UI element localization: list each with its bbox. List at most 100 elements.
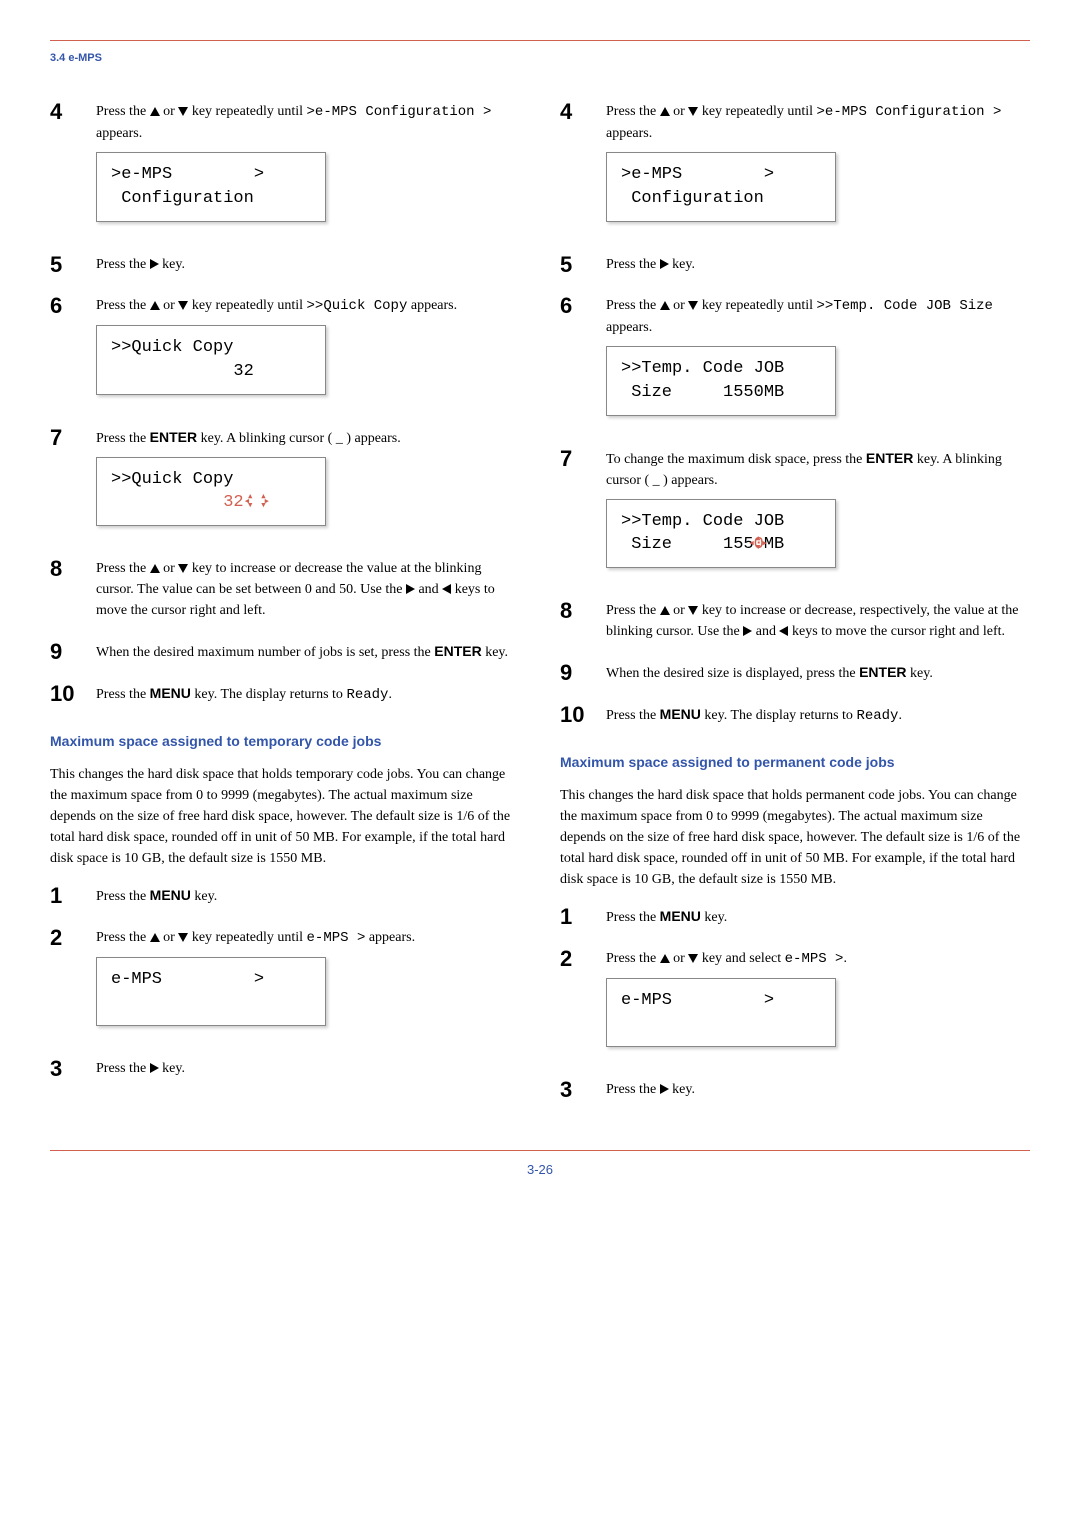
step-number: 2 (50, 927, 78, 949)
right-triangle-icon (660, 259, 669, 269)
step-7: 7 Press the ENTER key. A blinking cursor… (50, 427, 520, 543)
step-number: 7 (50, 427, 78, 449)
down-triangle-icon (178, 107, 188, 116)
step-number: 4 (50, 101, 78, 123)
down-triangle-icon (178, 564, 188, 573)
step-text: Press the or key to increase or decrease… (96, 558, 520, 621)
step-5: 5 Press the key. (560, 254, 1030, 279)
step-2: 2 Press the or key repeatedly until e-MP… (50, 927, 520, 1043)
lcd-display: >e-MPS > Configuration (96, 152, 326, 222)
lcd-display: >e-MPS > Configuration (606, 152, 836, 222)
header-rule (50, 40, 1030, 41)
step-number: 4 (560, 101, 588, 123)
step-8: 8 Press the or key to increase or decrea… (560, 600, 1030, 646)
step-2: 2 Press the or key and select e-MPS >. e… (560, 948, 1030, 1064)
right-triangle-icon (406, 584, 415, 594)
down-triangle-icon (688, 107, 698, 116)
step-text: When the desired maximum number of jobs … (96, 641, 520, 663)
step-6: 6 Press the or key repeatedly until >>Te… (560, 295, 1030, 432)
down-triangle-icon (178, 301, 188, 310)
paragraph: This changes the hard disk space that ho… (50, 764, 520, 869)
lcd-display: >>Quick Copy 32▴ ▴◂ ▸▾ ▾ (96, 457, 326, 527)
step-text: Press the MENU key. (96, 885, 520, 907)
step-text: Press the or key repeatedly until >>Quic… (96, 295, 520, 317)
left-column: 4 Press the or key repeatedly until >e-M… (50, 101, 520, 1120)
up-triangle-icon (660, 606, 670, 615)
step-1: 1 Press the MENU key. (50, 885, 520, 911)
two-columns: 4 Press the or key repeatedly until >e-M… (50, 101, 1030, 1120)
step-4: 4 Press the or key repeatedly until >e-M… (50, 101, 520, 238)
step-8: 8 Press the or key to increase or decrea… (50, 558, 520, 625)
step-text: Press the or key to increase or decrease… (606, 600, 1030, 642)
footer-rule (50, 1150, 1030, 1151)
sub-heading-perm: Maximum space assigned to permanent code… (560, 753, 1030, 773)
step-text: Press the key. (96, 1058, 520, 1079)
cursor-arrows-icon: ▴ ▴◂ ▸▾ ▾ (244, 495, 270, 508)
step-text: Press the MENU key. The display returns … (96, 683, 520, 706)
step-number: 2 (560, 948, 588, 970)
step-text: Press the MENU key. (606, 906, 1030, 928)
step-text: Press the or key repeatedly until >e-MPS… (96, 101, 520, 144)
step-number: 5 (50, 254, 78, 276)
step-number: 7 (560, 448, 588, 470)
lcd-display: e-MPS > (96, 957, 326, 1027)
step-number: 9 (560, 662, 588, 684)
step-10: 10 Press the MENU key. The display retur… (50, 683, 520, 710)
right-column: 4 Press the or key repeatedly until >e-M… (560, 101, 1030, 1120)
step-5: 5 Press the key. (50, 254, 520, 279)
up-triangle-icon (150, 564, 160, 573)
step-text: Press the key. (606, 254, 1030, 275)
step-number: 9 (50, 641, 78, 663)
step-number: 1 (560, 906, 588, 928)
lcd-display: >>Temp. Code JOB Size 1550MB▴◂ ▸▾ (606, 499, 836, 569)
step-3: 3 Press the key. (560, 1079, 1030, 1104)
up-triangle-icon (150, 301, 160, 310)
step-text: Press the or key and select e-MPS >. (606, 948, 1030, 970)
step-text: Press the key. (96, 254, 520, 275)
up-triangle-icon (150, 107, 160, 116)
up-triangle-icon (660, 954, 670, 963)
step-3: 3 Press the key. (50, 1058, 520, 1083)
step-7: 7 To change the maximum disk space, pres… (560, 448, 1030, 585)
step-number: 10 (560, 704, 588, 726)
right-triangle-icon (660, 1084, 669, 1094)
lcd-display: e-MPS > (606, 978, 836, 1048)
step-number: 8 (560, 600, 588, 622)
blinking-cursor: 32▴ ▴◂ ▸▾ ▾ (223, 491, 270, 515)
step-1: 1 Press the MENU key. (560, 906, 1030, 932)
step-text: To change the maximum disk space, press … (606, 448, 1030, 491)
step-number: 8 (50, 558, 78, 580)
left-triangle-icon (442, 584, 451, 594)
lcd-display: >>Temp. Code JOB Size 1550MB (606, 346, 836, 416)
up-triangle-icon (660, 107, 670, 116)
sub-heading-temp: Maximum space assigned to temporary code… (50, 732, 520, 752)
step-text: When the desired size is displayed, pres… (606, 662, 1030, 684)
section-label: 3.4 e-MPS (50, 51, 1030, 66)
up-triangle-icon (660, 301, 670, 310)
step-9: 9 When the desired maximum number of job… (50, 641, 520, 667)
up-triangle-icon (150, 933, 160, 942)
step-number: 3 (50, 1058, 78, 1080)
blinking-cursor: 0 (754, 533, 764, 557)
step-text: Press the or key repeatedly until e-MPS … (96, 927, 520, 949)
right-triangle-icon (150, 1063, 159, 1073)
step-text: Press the key. (606, 1079, 1030, 1100)
step-text: Press the ENTER key. A blinking cursor (… (96, 427, 520, 449)
step-9: 9 When the desired size is displayed, pr… (560, 662, 1030, 688)
down-triangle-icon (688, 954, 698, 963)
right-triangle-icon (150, 259, 159, 269)
step-text: Press the or key repeatedly until >e-MPS… (606, 101, 1030, 144)
step-number: 6 (50, 295, 78, 317)
step-number: 3 (560, 1079, 588, 1101)
page-number: 3-26 (50, 1161, 1030, 1179)
step-text: Press the or key repeatedly until >>Temp… (606, 295, 1030, 338)
lcd-display: >>Quick Copy 32 (96, 325, 326, 395)
down-triangle-icon (688, 301, 698, 310)
down-triangle-icon (178, 933, 188, 942)
step-number: 10 (50, 683, 78, 705)
step-10: 10 Press the MENU key. The display retur… (560, 704, 1030, 731)
paragraph: This changes the hard disk space that ho… (560, 785, 1030, 890)
right-triangle-icon (743, 626, 752, 636)
step-4: 4 Press the or key repeatedly until >e-M… (560, 101, 1030, 238)
step-number: 1 (50, 885, 78, 907)
